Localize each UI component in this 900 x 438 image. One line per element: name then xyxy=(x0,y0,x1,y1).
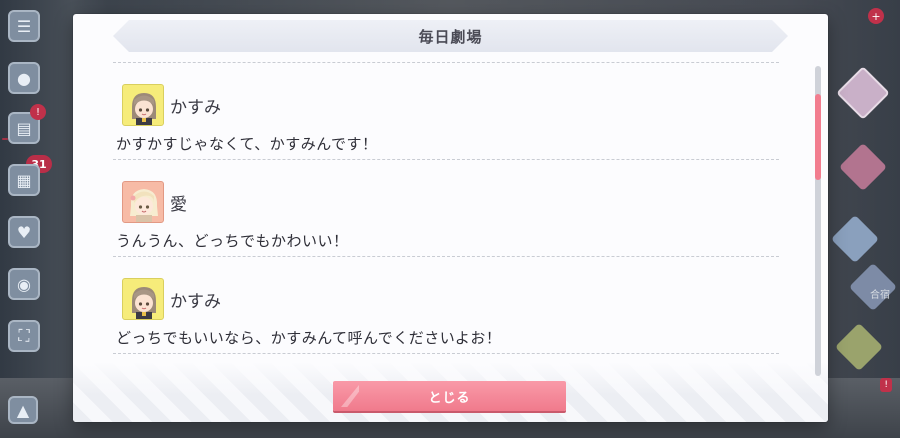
kasumi-avatar-icon xyxy=(122,84,164,126)
scrollbar-thumb[interactable] xyxy=(815,94,821,180)
live-tile-icon[interactable] xyxy=(830,214,880,264)
list-item: かすみ かすかすじゃなくて、かすみんです！ xyxy=(113,63,779,159)
dialogue-line: うんうん、どっちでもかわいい！ xyxy=(116,232,349,250)
story-tile-icon[interactable] xyxy=(834,322,884,372)
hamburger-menu-icon[interactable]: ☰ xyxy=(8,10,40,42)
dialogue-line: どっちでもいいなら、かすみんて呼んでくださいよお！ xyxy=(116,329,502,347)
close-button[interactable]: とじる xyxy=(333,381,566,411)
scrollbar[interactable] xyxy=(815,66,821,376)
ai-avatar-icon xyxy=(122,181,164,223)
right-menu-rail: + 合宿 ! xyxy=(828,0,900,438)
speaker-name: かすみ xyxy=(170,292,221,312)
left-menu-rail: ☰ ● ▤ ! 31 ▦ ♥ ◉ ⛶ ▲ xyxy=(0,0,52,438)
new-chip: ! xyxy=(880,378,892,392)
event-tile-icon[interactable] xyxy=(838,142,888,192)
event-tag xyxy=(2,138,8,140)
fullscreen-icon[interactable]: ⛶ xyxy=(8,320,40,352)
gallery-icon[interactable]: ◉ xyxy=(8,268,40,300)
daily-theater-dialog: 毎日劇場 かすみ かすかすじゃなくて、かすみんです！ 愛 うんうん、どっちでもか… xyxy=(73,14,828,422)
heart-icon[interactable]: ♥ xyxy=(8,216,40,248)
story-icon[interactable]: ▲ xyxy=(8,396,38,424)
theater-transcript[interactable]: かすみ かすかすじゃなくて、かすみんです！ 愛 うんうん、どっちでもかわいい！ xyxy=(113,62,779,362)
shop-tile-icon[interactable] xyxy=(836,66,890,120)
training-camp-label: 合宿 xyxy=(870,290,890,301)
list-item: かすみ どっちでもいいなら、かすみんて呼んでくださいよお！ xyxy=(113,257,779,353)
speaker-name: かすみ xyxy=(170,98,221,118)
chat-bubble-icon[interactable]: ● xyxy=(8,62,40,94)
notification-badge-icon: ! xyxy=(30,104,46,120)
dialogue-line: かすかすじゃなくて、かすみんです！ xyxy=(116,135,378,153)
present-box-icon[interactable]: ▦ xyxy=(8,164,40,196)
dialog-header: 毎日劇場 xyxy=(113,20,788,52)
dialog-title: 毎日劇場 xyxy=(418,27,483,46)
kasumi-avatar-icon xyxy=(122,278,164,320)
speaker-name: 愛 xyxy=(170,195,187,215)
close-button-label: とじる xyxy=(428,390,471,406)
list-item: 愛 うんうん、どっちでもかわいい！ xyxy=(113,160,779,256)
plus-icon[interactable]: + xyxy=(868,8,884,24)
divider xyxy=(113,353,779,354)
